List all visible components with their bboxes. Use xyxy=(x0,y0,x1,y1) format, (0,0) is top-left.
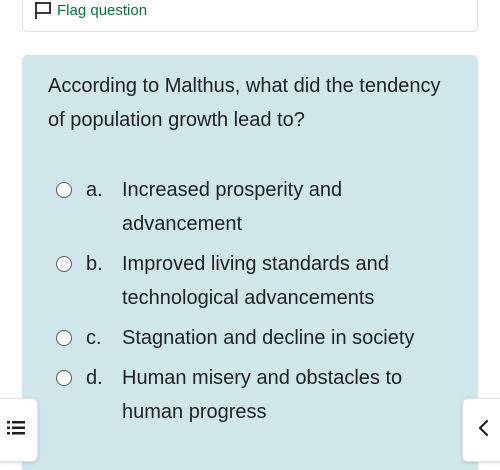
answer-options: a. Increased prosperity and advancement … xyxy=(56,173,466,435)
radio-button[interactable] xyxy=(56,256,72,272)
open-block-drawer-button[interactable] xyxy=(462,398,500,462)
radio-button[interactable] xyxy=(56,182,72,198)
answer-letter: c. xyxy=(86,327,102,349)
answer-label[interactable]: Stagnation and decline in society xyxy=(122,321,466,355)
question-text: According to Malthus, what did the tende… xyxy=(48,75,441,131)
quiz-page: Flag question According to Malthus, what… xyxy=(0,0,500,470)
chevron-left-icon xyxy=(476,418,490,443)
flag-question-link[interactable]: Flag question xyxy=(33,0,147,20)
answer-letter: d. xyxy=(86,367,103,389)
answer-option-d[interactable]: d. Human misery and obstacles to human p… xyxy=(56,361,466,429)
answer-letter: b. xyxy=(86,253,103,275)
list-icon xyxy=(7,419,27,442)
flag-icon xyxy=(33,0,53,20)
answer-option-c[interactable]: c. Stagnation and decline in society xyxy=(56,321,466,355)
answer-label[interactable]: Human misery and obstacles to human prog… xyxy=(122,361,466,429)
radio-button[interactable] xyxy=(56,330,72,346)
question-info-card: Flag question xyxy=(22,0,478,32)
answer-option-a[interactable]: a. Increased prosperity and advancement xyxy=(56,173,466,241)
answer-label[interactable]: Increased prosperity and advancement xyxy=(122,173,466,241)
answer-option-b[interactable]: b. Improved living standards and technol… xyxy=(56,247,466,315)
open-course-index-button[interactable] xyxy=(0,398,38,462)
answer-letter: a. xyxy=(86,179,103,201)
flag-question-label: Flag question xyxy=(57,1,148,19)
radio-button[interactable] xyxy=(56,370,72,386)
question-formulation: According to Malthus, what did the tende… xyxy=(22,55,478,470)
answer-label[interactable]: Improved living standards and technologi… xyxy=(122,247,466,315)
